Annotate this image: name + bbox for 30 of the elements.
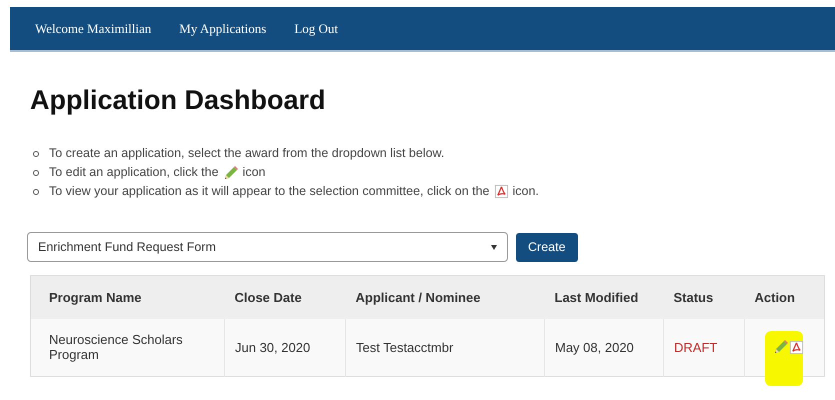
page-title: Application Dashboard: [30, 84, 327, 116]
pdf-icon: [494, 184, 508, 199]
table-cell: May 08, 2020: [555, 340, 634, 354]
table-cell: Jun 30, 2020: [235, 340, 310, 354]
instruction-text: icon: [242, 164, 266, 181]
caret-icon: [491, 244, 497, 250]
column-header: Applicant / Nominee: [346, 276, 544, 318]
award-dropdown[interactable]: Enrichment Fund Request Form: [27, 232, 508, 262]
instruction-text: icon.: [512, 183, 539, 200]
nav-link[interactable]: Welcome Maximillian: [35, 20, 152, 36]
create-button[interactable]: Create: [516, 232, 578, 262]
bullet-icon: [33, 188, 39, 194]
column-header: Status: [664, 276, 744, 318]
table-cell: Neuroscience Scholars Program: [49, 332, 183, 362]
instruction-text: To create an application, select the award from the dropdown list below.: [49, 145, 444, 162]
column-header: Close Date: [224, 276, 346, 318]
instruction-text: To view your application as it will appear to the selection committee, click on the: [49, 183, 490, 200]
instruction-text: To edit an application, click the: [49, 164, 219, 181]
pencil-icon[interactable]: [773, 339, 789, 355]
table-cell: Test Testacctmbr: [356, 340, 454, 354]
pdf-icon[interactable]: [789, 340, 804, 354]
status-label: DRAFT: [674, 340, 718, 354]
column-header: Action: [744, 276, 824, 318]
nav-link[interactable]: Log Out: [294, 20, 338, 36]
bullet-icon: [33, 170, 39, 176]
column-header: Program Name: [30, 276, 224, 318]
bullet-icon: [33, 150, 39, 156]
column-header: Last Modified: [544, 276, 664, 318]
pencil-icon: [222, 164, 239, 180]
nav-link[interactable]: My Applications: [179, 20, 266, 36]
